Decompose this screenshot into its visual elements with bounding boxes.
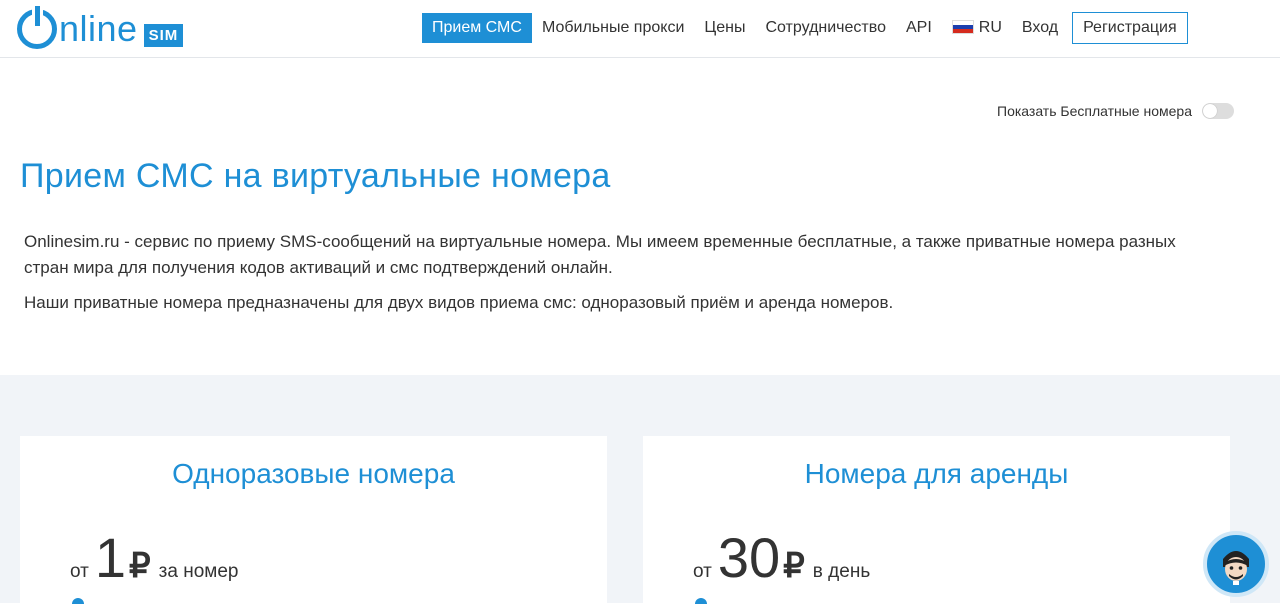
free-numbers-toggle-label: Показать Бесплатные номера: [997, 103, 1192, 119]
register-button[interactable]: Регистрация: [1072, 12, 1188, 44]
logo-badge: SIM: [143, 24, 184, 47]
logo-wordmark: nline: [59, 8, 138, 49]
intro-text-2: Наши приватные номера предназначены для …: [24, 293, 894, 312]
site-header: nline SIM Прием СМС Мобильные прокси Цен…: [0, 0, 1280, 58]
page-title: Прием СМС на виртуальные номера: [20, 157, 611, 195]
russia-flag-icon: [951, 20, 974, 34]
price-from: от: [70, 561, 89, 582]
free-numbers-toggle[interactable]: [1202, 103, 1234, 119]
card-title: Номера для аренды: [804, 458, 1069, 489]
one-time-numbers-card: Одноразовые номера от 1 ₽ за номер: [20, 436, 607, 604]
feature-bullet-icon: [695, 598, 707, 604]
price-unit: в день: [812, 561, 871, 582]
language-selector[interactable]: RU: [942, 13, 1012, 43]
nav-item-partnership[interactable]: Сотрудничество: [755, 13, 896, 43]
support-avatar-icon: [1223, 551, 1249, 585]
power-logo-icon: [17, 9, 57, 49]
price-from: от: [693, 561, 712, 582]
free-numbers-toggle-row: Показать Бесплатные номера: [997, 103, 1234, 119]
language-label: RU: [978, 19, 1002, 36]
support-chat-button[interactable]: [1203, 531, 1269, 597]
ruble-icon: ₽: [129, 547, 151, 585]
nav-item-api[interactable]: API: [896, 13, 942, 43]
feature-bullet-icon: [72, 598, 84, 604]
price-value: 30: [717, 526, 781, 589]
ruble-icon: ₽: [783, 547, 805, 585]
login-link[interactable]: Вход: [1012, 13, 1068, 43]
rental-numbers-card: Номера для аренды от 30 ₽ в день: [643, 436, 1230, 604]
main-nav: Прием СМС Мобильные прокси Цены Сотрудни…: [422, 12, 1188, 44]
price-value: 1: [94, 526, 127, 589]
nav-item-mobile-proxy[interactable]: Мобильные прокси: [532, 13, 694, 43]
intro-text: Onlinesim.ru - сервис по приему SMS-сооб…: [24, 232, 1176, 277]
price-row: от 1 ₽ за номер: [70, 530, 238, 586]
nav-item-receive-sms[interactable]: Прием СМС: [422, 13, 532, 43]
onlinesim-logo[interactable]: nline SIM: [17, 7, 184, 51]
price-unit: за номер: [158, 561, 239, 582]
nav-item-prices[interactable]: Цены: [694, 13, 755, 43]
price-row: от 30 ₽ в день: [693, 530, 870, 586]
card-title: Одноразовые номера: [172, 458, 455, 489]
toggle-knob: [1203, 104, 1217, 118]
